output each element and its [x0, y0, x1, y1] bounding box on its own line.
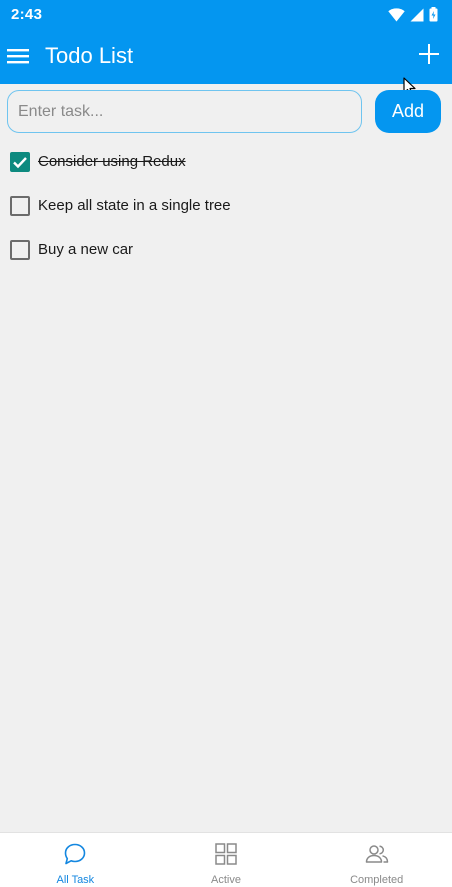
todo-list: Consider using Redux Keep all state in a… [10, 150, 440, 282]
plus-icon[interactable] [419, 44, 439, 64]
todo-text: Keep all state in a single tree [38, 197, 231, 214]
nav-label: Active [211, 874, 241, 886]
nav-label: All Task [56, 874, 95, 886]
todo-checkbox[interactable] [10, 240, 30, 260]
todo-item[interactable]: Consider using Redux [10, 150, 440, 194]
status-bar: 2:43 [0, 0, 452, 30]
todo-text: Buy a new car [38, 241, 134, 258]
nav-tab-all-task[interactable]: All Task [0, 833, 151, 887]
app-screen: 2:43 Todo List Enter task... Add Conside… [0, 0, 452, 887]
todo-checkbox-checked[interactable] [10, 152, 30, 172]
battery-icon [429, 7, 438, 22]
todo-checkbox[interactable] [10, 196, 30, 216]
todo-item[interactable]: Keep all state in a single tree [10, 194, 440, 238]
nav-tab-completed[interactable]: Completed [301, 833, 452, 887]
menu-icon[interactable] [7, 45, 29, 67]
status-time: 2:43 [11, 6, 43, 23]
grid-icon [215, 843, 237, 865]
signal-icon [410, 8, 424, 21]
add-task-button[interactable]: Add [375, 90, 441, 133]
checkmark-icon [13, 157, 27, 169]
task-input[interactable] [7, 90, 362, 133]
todo-item[interactable]: Buy a new car [10, 238, 440, 282]
nav-tab-active[interactable]: Active [151, 833, 302, 887]
page-title: Todo List [45, 43, 134, 68]
app-bar: Todo List [0, 30, 452, 84]
todo-text: Consider using Redux [38, 153, 186, 170]
people-icon [365, 845, 388, 863]
bottom-nav: All Task Active Completed [0, 832, 452, 887]
wifi-icon [388, 7, 405, 22]
status-icons [388, 7, 438, 22]
nav-label: Completed [350, 874, 404, 886]
chat-bubble-icon [65, 843, 86, 865]
